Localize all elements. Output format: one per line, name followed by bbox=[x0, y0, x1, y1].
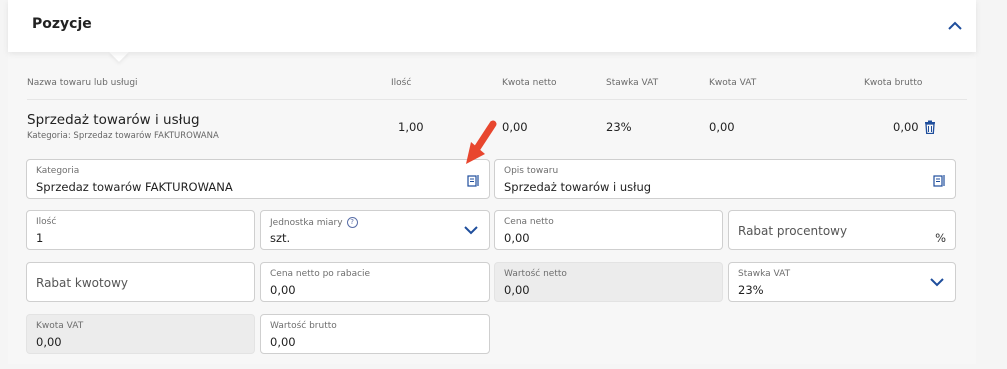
stawka-vat-label: Stawka VAT bbox=[738, 269, 791, 279]
kategoria-field[interactable]: Kategoria Sprzedaz towarów FAKTUROWANA bbox=[26, 159, 490, 199]
ilosc-field[interactable]: Ilość 1 bbox=[26, 210, 255, 250]
chevron-down-icon[interactable] bbox=[464, 225, 478, 235]
row-net: 0,00 bbox=[502, 120, 528, 134]
trash-icon[interactable] bbox=[923, 120, 937, 134]
rabat-kwotowy-placeholder: Rabat kwotowy bbox=[36, 276, 128, 290]
cena-netto-value: 0,00 bbox=[504, 231, 530, 245]
wartosc-brutto-value: 0,00 bbox=[270, 335, 296, 349]
wartosc-netto-field: Wartość netto 0,00 bbox=[494, 262, 723, 302]
kwota-vat-label: Kwota VAT bbox=[36, 321, 84, 331]
kwota-vat-field: Kwota VAT 0,00 bbox=[26, 314, 255, 354]
wartosc-brutto-label: Wartość brutto bbox=[270, 321, 337, 331]
col-header-name: Nazwa towaru lub usługi bbox=[27, 78, 138, 88]
chevron-down-icon[interactable] bbox=[930, 277, 944, 287]
wartosc-netto-label: Wartość netto bbox=[504, 269, 567, 279]
jednostka-select[interactable]: Jednostka miary? szt. bbox=[260, 210, 490, 250]
list-icon[interactable] bbox=[933, 174, 946, 187]
kwota-vat-value: 0,00 bbox=[36, 335, 62, 349]
section-header[interactable]: Pozycje bbox=[8, 0, 976, 52]
opis-label: Opis towaru bbox=[504, 166, 559, 176]
cena-po-rabacie-label: Cena netto po rabacie bbox=[270, 269, 371, 279]
row-qty: 1,00 bbox=[398, 120, 424, 134]
rabat-procentowy-field[interactable]: Rabat procentowy % bbox=[728, 210, 956, 250]
ilosc-value: 1 bbox=[36, 231, 44, 245]
opis-towaru-field[interactable]: Opis towaru Sprzedaż towarów i usług bbox=[494, 159, 956, 199]
col-header-vat-amount: Kwota VAT bbox=[709, 78, 757, 88]
jednostka-label: Jednostka miary? bbox=[270, 217, 358, 228]
ilosc-label: Ilość bbox=[36, 217, 57, 227]
row-gross: 0,00 bbox=[893, 120, 919, 134]
percent-suffix: % bbox=[935, 231, 946, 245]
wartosc-netto-value: 0,00 bbox=[504, 283, 530, 297]
row-item-name: Sprzedaż towarów i usług bbox=[27, 112, 200, 128]
list-icon[interactable] bbox=[467, 174, 480, 187]
jednostka-value: szt. bbox=[270, 231, 291, 245]
cena-netto-field[interactable]: Cena netto 0,00 bbox=[494, 210, 723, 250]
help-icon[interactable]: ? bbox=[346, 217, 358, 228]
col-header-vat-rate: Stawka VAT bbox=[606, 78, 659, 88]
divider bbox=[27, 99, 967, 100]
kategoria-value: Sprzedaz towarów FAKTUROWANA bbox=[36, 180, 233, 194]
cena-po-rabacie-value: 0,00 bbox=[270, 283, 296, 297]
col-header-net: Kwota netto bbox=[502, 78, 557, 88]
annotation-arrow-icon bbox=[466, 120, 497, 164]
cena-netto-label: Cena netto bbox=[504, 217, 554, 227]
rabat-procentowy-placeholder: Rabat procentowy bbox=[738, 224, 848, 238]
row-item-category: Kategoria: Sprzedaz towarów FAKTUROWANA bbox=[27, 131, 219, 141]
section-title: Pozycje bbox=[32, 16, 92, 32]
opis-value: Sprzedaż towarów i usług bbox=[504, 180, 652, 194]
chevron-up-icon[interactable] bbox=[944, 14, 966, 36]
row-vat-amount: 0,00 bbox=[709, 120, 735, 134]
col-header-qty: Ilość bbox=[391, 78, 412, 88]
col-header-gross: Kwota brutto bbox=[864, 78, 923, 88]
row-vat-rate: 23% bbox=[606, 120, 632, 134]
kategoria-label: Kategoria bbox=[36, 166, 80, 176]
stawka-vat-value: 23% bbox=[738, 283, 764, 297]
jednostka-label-text: Jednostka miary bbox=[270, 218, 343, 228]
stawka-vat-select[interactable]: Stawka VAT 23% bbox=[728, 262, 956, 302]
cena-po-rabacie-field[interactable]: Cena netto po rabacie 0,00 bbox=[260, 262, 490, 302]
positions-panel: Nazwa towaru lub usługi Ilość Kwota nett… bbox=[8, 52, 976, 364]
rabat-kwotowy-field[interactable]: Rabat kwotowy bbox=[26, 262, 255, 302]
wartosc-brutto-field[interactable]: Wartość brutto 0,00 bbox=[260, 314, 490, 354]
